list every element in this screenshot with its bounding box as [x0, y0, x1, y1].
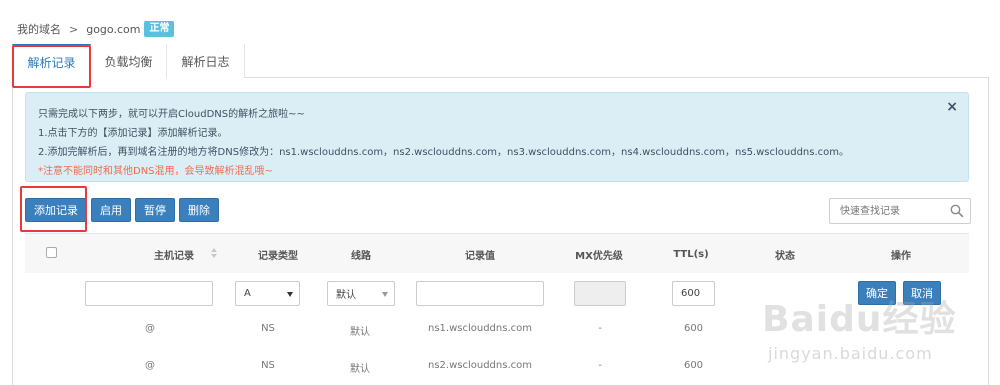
cell-host: @	[145, 323, 155, 334]
delete-button[interactable]: 删除	[179, 198, 219, 222]
breadcrumb-domain: gogo.com	[86, 22, 141, 36]
alert-line: 2.添加完解析后，再到域名注册的地方将DNS修改为：ns1.wsclouddns…	[38, 147, 850, 158]
tab-load-balance[interactable]: 负载均衡	[91, 44, 167, 78]
col-actions: 操作	[891, 250, 911, 262]
line-value: 默认	[336, 290, 356, 301]
cell-line: 默认	[350, 364, 370, 375]
tab-dns-log[interactable]: 解析日志	[167, 44, 245, 78]
status-badge: 正常	[144, 21, 175, 37]
chevron-down-icon	[382, 292, 388, 297]
pause-button[interactable]: 暂停	[135, 198, 175, 222]
col-ttl: TTL(s)	[673, 248, 709, 260]
breadcrumb: 我的域名 > gogo.com 正常	[17, 21, 175, 37]
tab-label: 解析记录	[27, 55, 76, 70]
cell-host: @	[145, 360, 155, 371]
alert-warning: *注意不能同时和其他DNS混用，会导致解析混乱哦~	[38, 166, 273, 177]
line-select[interactable]: 默认	[327, 281, 395, 306]
breadcrumb-parent[interactable]: 我的域名	[17, 21, 61, 37]
tab-label: 负载均衡	[104, 54, 153, 69]
info-alert: 只需完成以下两步，就可以开启CloudDNS的解析之旅啦~~ 1.点击下方的【添…	[25, 92, 969, 182]
cell-mx: -	[598, 323, 602, 334]
tab-label: 解析日志	[181, 54, 230, 69]
record-type-select[interactable]: A	[235, 281, 300, 306]
tab-dns-records[interactable]: 解析记录	[12, 44, 91, 79]
col-line: 线路	[351, 250, 371, 262]
cell-value: ns1.wsclouddns.com	[428, 323, 532, 334]
cell-line: 默认	[350, 327, 370, 338]
record-search	[829, 198, 971, 224]
search-icon[interactable]	[950, 204, 964, 218]
cell-type: NS	[261, 360, 275, 371]
cell-ttl: 600	[683, 360, 704, 371]
col-mx: MX优先级	[575, 250, 623, 262]
alert-line: 只需完成以下两步，就可以开启CloudDNS的解析之旅啦~~	[38, 109, 305, 120]
col-value: 记录值	[465, 250, 495, 262]
breadcrumb-separator: >	[69, 22, 79, 36]
col-status: 状态	[775, 250, 795, 262]
col-host[interactable]: 主机记录	[110, 234, 238, 274]
close-icon[interactable]: ×	[946, 99, 958, 115]
cell-mx: -	[598, 360, 602, 371]
cancel-button[interactable]: 取消	[903, 281, 941, 305]
col-type: 记录类型	[258, 250, 298, 262]
cell-type: NS	[261, 323, 275, 334]
host-input[interactable]	[85, 281, 213, 306]
cell-value: ns2.wsclouddns.com	[428, 360, 532, 371]
confirm-button[interactable]: 确定	[858, 281, 896, 305]
sort-icon[interactable]	[211, 248, 217, 260]
alert-line: 1.点击下方的【添加记录】添加解析记录。	[38, 128, 228, 139]
enable-button[interactable]: 启用	[91, 198, 131, 222]
add-record-button[interactable]: 添加记录	[25, 198, 87, 222]
table-header: 主机记录 记录类型 线路 记录值 MX优先级 TTL(s) 状态 操作	[25, 233, 969, 273]
chevron-down-icon	[287, 292, 293, 297]
record-type-value: A	[244, 288, 251, 299]
record-toolbar: 添加记录 启用 暂停 删除	[25, 198, 223, 222]
search-input[interactable]	[830, 199, 948, 223]
tab-bar: 解析记录 负载均衡 解析日志	[12, 44, 989, 79]
mx-priority-input[interactable]	[574, 281, 626, 306]
cell-ttl: 600	[683, 323, 704, 334]
record-value-input[interactable]	[416, 281, 544, 306]
ttl-input[interactable]	[672, 281, 715, 306]
select-all-checkbox[interactable]	[46, 247, 57, 258]
